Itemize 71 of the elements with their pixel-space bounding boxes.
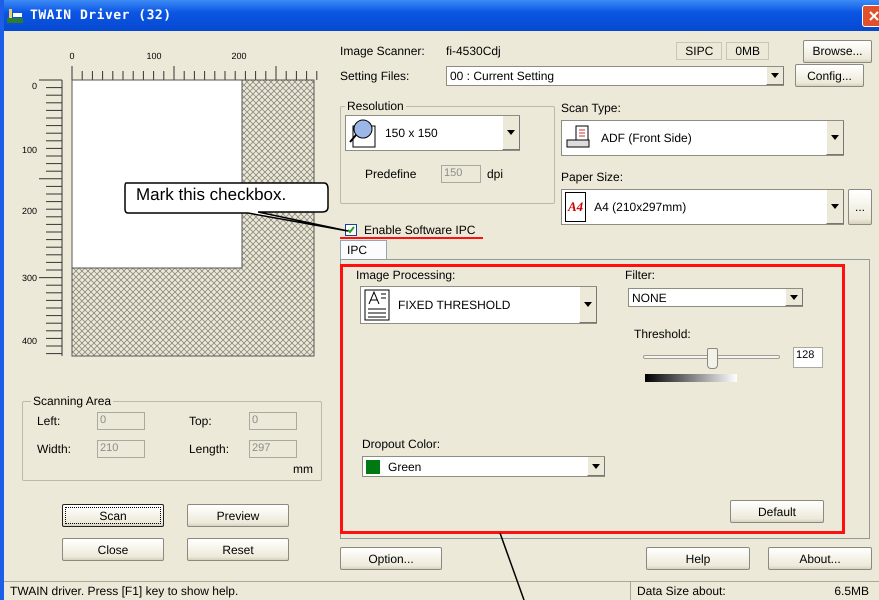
dropdown-arrow-icon: [790, 294, 798, 300]
field-label: Scan Type:: [561, 101, 621, 115]
group-title: Scanning Area: [32, 394, 112, 408]
ruler-label: 100: [22, 145, 37, 155]
threshold-slider[interactable]: [643, 347, 780, 368]
status-label: Data Size about:: [637, 584, 726, 600]
image-processing-dropdown[interactable]: FIXED THRESHOLD: [360, 286, 597, 324]
threshold-field[interactable]: 128: [793, 347, 823, 368]
status-badge: 0MB: [726, 42, 769, 60]
document-icon: [364, 289, 390, 321]
field-label: Filter:: [625, 268, 655, 282]
field-label: Dropout Color:: [362, 437, 440, 451]
dialog-button[interactable]: Reset: [187, 538, 289, 561]
config-button[interactable]: Config...: [795, 64, 864, 87]
option-button[interactable]: Option...: [340, 547, 442, 570]
tab[interactable]: IPC: [340, 240, 387, 259]
dropdown-arrow-icon: [831, 135, 839, 140]
close-button[interactable]: [862, 4, 879, 26]
checkbox-label: Enable Software IPC: [364, 223, 476, 237]
scanner-name: fi-4530Cdj: [446, 44, 501, 58]
color-swatch-icon: [366, 460, 380, 474]
paper-icon: A4: [565, 192, 586, 222]
scanner-icon: [6, 8, 24, 24]
close-icon: [868, 10, 878, 20]
dropdown-arrow-icon: [507, 130, 515, 135]
checkbox[interactable]: [345, 224, 357, 236]
unit-label: mm: [293, 462, 313, 476]
setting-files-dropdown[interactable]: 00 : Current Setting: [446, 66, 784, 86]
resolution-dropdown[interactable]: 150 x 150: [345, 115, 520, 151]
field-label: Top:: [189, 414, 213, 428]
dropdown-arrow-icon: [771, 72, 779, 78]
data-size-value: 6.5MB: [834, 584, 869, 600]
ruler-label: 200: [231, 51, 247, 61]
status-text: TWAIN driver. Press [F1] key to show help.: [9, 583, 240, 600]
status-badge: SIPC: [676, 42, 722, 60]
dropdown-arrow-icon: [584, 302, 592, 307]
field-label: Paper Size:: [561, 170, 624, 184]
dialog-button[interactable]: Preview: [187, 504, 289, 527]
ruler-label: 0: [70, 51, 74, 61]
field-label: Length:: [189, 442, 230, 456]
field-label: Left:: [37, 414, 62, 428]
field-label: Image Processing:: [356, 268, 456, 282]
field-label: Setting Files:: [340, 68, 410, 82]
unit-label: dpi: [487, 167, 504, 181]
field-label: Predefine: [365, 167, 418, 181]
ruler-label: 300: [22, 273, 37, 283]
ruler-label: 200: [22, 206, 37, 216]
more-button[interactable]: ...: [848, 189, 872, 225]
window-title: TWAIN Driver (32): [30, 8, 172, 23]
dropdown-arrow-icon: [831, 204, 839, 209]
browse-button[interactable]: Browse...: [803, 40, 872, 62]
slider-thumb[interactable]: [706, 348, 718, 369]
field-label: Width:: [37, 442, 72, 456]
field-label: Threshold:: [634, 327, 691, 341]
callout-text: Mark this checkbox.: [136, 185, 286, 205]
help-button[interactable]: Help: [646, 547, 750, 570]
paper-size-dropdown[interactable]: A4 A4 (210x297mm): [561, 189, 844, 225]
default-button[interactable]: Default: [730, 500, 824, 523]
dialog-button[interactable]: Scan: [62, 504, 164, 527]
dropout-color-dropdown[interactable]: Green: [362, 456, 605, 477]
ruler-label: 100: [146, 51, 162, 61]
field-label: Image Scanner:: [340, 44, 426, 58]
scan-type-dropdown[interactable]: ADF (Front Side): [561, 120, 844, 156]
dialog-button[interactable]: Close: [62, 538, 164, 561]
dropdown-arrow-icon: [592, 464, 600, 468]
ruler-label: 400: [22, 336, 37, 346]
about-button[interactable]: About...: [768, 547, 872, 570]
ruler-label: 0: [32, 81, 37, 91]
filter-dropdown[interactable]: NONE: [628, 288, 803, 307]
group-title: Resolution: [346, 99, 405, 113]
magnifier-icon: [349, 118, 377, 148]
